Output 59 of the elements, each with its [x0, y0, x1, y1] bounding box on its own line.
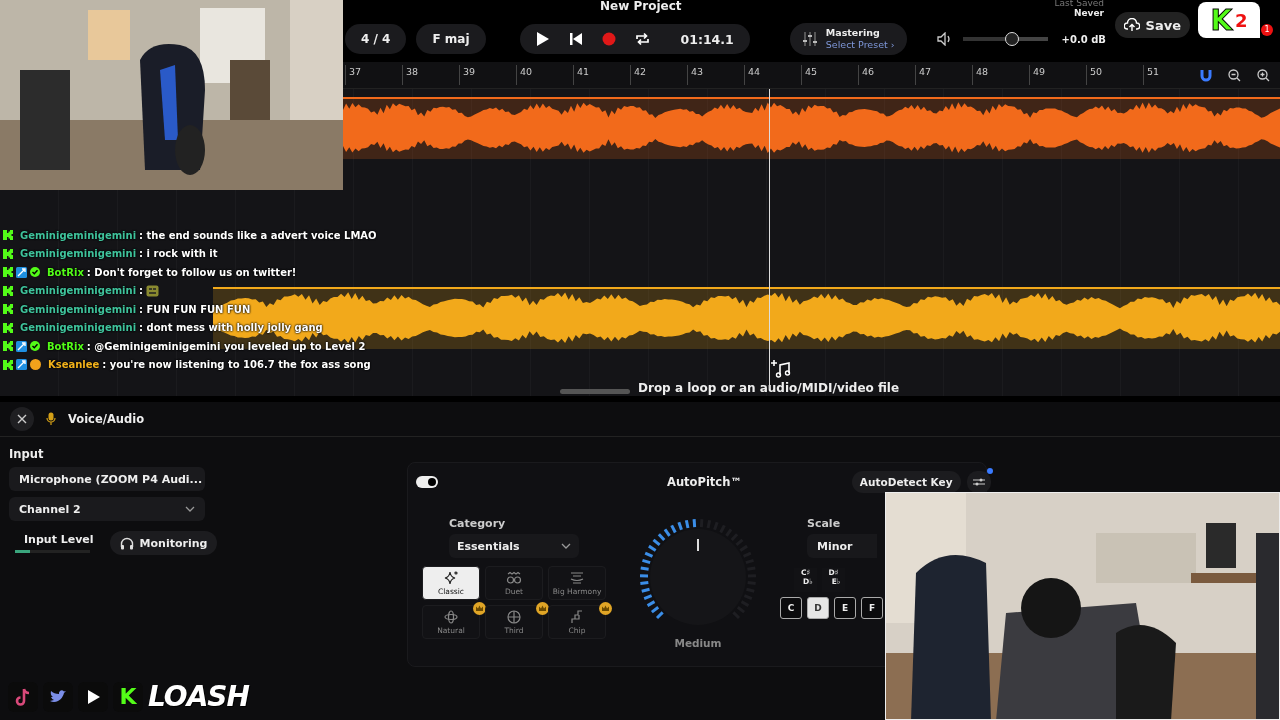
category-dropdown[interactable]: Essentials: [449, 534, 579, 558]
amount-label: Medium: [674, 637, 722, 649]
note-key[interactable]: C: [780, 597, 802, 619]
bar-number: 41: [573, 65, 630, 85]
last-saved-label: Last Saved: [1054, 0, 1104, 8]
scale-dropdown[interactable]: Minor: [807, 534, 877, 558]
bar-number: 44: [744, 65, 801, 85]
window-title: New Project: [600, 0, 682, 13]
bar-number: 40: [516, 65, 573, 85]
autopitch-title: AutoPitch™: [667, 475, 742, 489]
chat-message: : @Geminigeminigemini you leveled up to Level 2: [86, 340, 366, 352]
bar-number: 39: [459, 65, 516, 85]
bar-number: 47: [915, 65, 972, 85]
note-key[interactable]: E: [834, 597, 856, 619]
autodetect-key-button[interactable]: AutoDetect Key: [851, 471, 961, 493]
input-label: Input: [9, 447, 45, 461]
time-signature-button[interactable]: 4 / 4: [345, 24, 407, 54]
chat-username[interactable]: BotRix: [47, 340, 84, 352]
bar-number: 37: [345, 65, 402, 85]
chat-message: : i rock with it: [139, 248, 218, 260]
mastering-button[interactable]: Mastering Select Preset ›: [789, 23, 907, 55]
chat-message: :: [139, 285, 144, 297]
chat-message: : the end sounds like a advert voice LMAO: [139, 229, 377, 241]
kick-logo[interactable]: K: [113, 682, 143, 712]
panel-title: Voice/Audio: [68, 412, 145, 426]
note-key[interactable]: D: [807, 597, 829, 619]
chat-username[interactable]: Geminigeminigemini: [20, 229, 137, 241]
input-level-label: Input Level: [23, 533, 94, 546]
chat-username[interactable]: Geminigeminigemini: [20, 322, 137, 334]
chat-username[interactable]: Kseanlee: [48, 359, 100, 371]
channel-logo: K2: [1198, 2, 1260, 38]
bar-number: 51: [1143, 65, 1200, 85]
volume-reading: +0.0 dB: [1061, 33, 1106, 45]
channel-name: LOASH: [148, 682, 249, 712]
bar-number: 45: [801, 65, 858, 85]
note-key[interactable]: F: [861, 597, 883, 619]
last-saved-value: Never: [1073, 8, 1104, 18]
bar-number: 48: [972, 65, 1029, 85]
device-dropdown[interactable]: Microphone (ZOOM P4 Audi...: [9, 467, 205, 491]
save-button[interactable]: Save: [1114, 12, 1190, 38]
chat-message: : Don't forget to follow us on twitter!: [86, 266, 297, 278]
bar-number: 46: [858, 65, 915, 85]
bar-number: 42: [630, 65, 687, 85]
chat-username[interactable]: Geminigeminigemini: [20, 248, 137, 260]
scale-label: Scale: [806, 517, 842, 530]
bar-number: 49: [1029, 65, 1086, 85]
bar-number: 50: [1086, 65, 1143, 85]
drop-hint: Drop a loop or an audio/MIDI/video file: [638, 381, 900, 395]
chat-username[interactable]: Geminigeminigemini: [20, 303, 137, 315]
bar-number: 43: [687, 65, 744, 85]
chat-username[interactable]: BotRix: [47, 266, 84, 278]
category-label: Category: [448, 517, 507, 530]
monitoring-button[interactable]: Monitoring: [109, 531, 218, 555]
channel-dropdown[interactable]: Channel 2: [9, 497, 205, 521]
key-button[interactable]: F maj: [416, 24, 486, 54]
time-display: 01:14.1: [680, 31, 734, 47]
chat-message: : you're now listening to 106.7 the fox ass song: [102, 359, 371, 371]
chat-username[interactable]: Geminigeminigemini: [20, 285, 137, 297]
bar-number: 38: [402, 65, 459, 85]
